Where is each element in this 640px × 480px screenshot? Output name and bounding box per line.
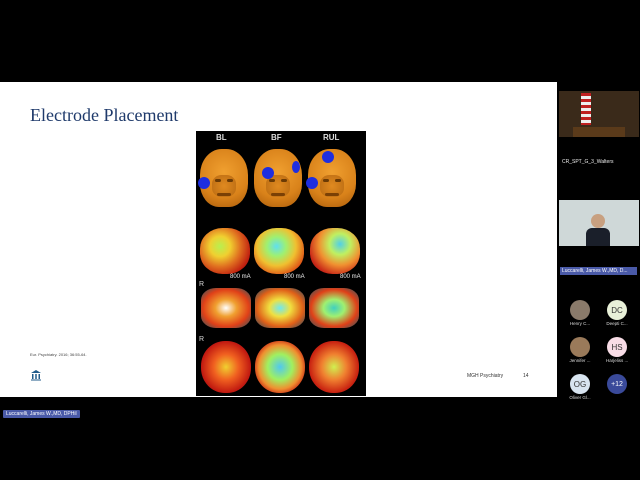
electrode-marker xyxy=(322,151,334,163)
speaker-name-badge: Luccarelli, James W.,MD, D... xyxy=(560,267,637,275)
electrode-marker xyxy=(306,177,318,189)
participant-harjeliss[interactable]: HS Harjeliss ... xyxy=(606,337,628,363)
slide-title: Electrode Placement xyxy=(30,105,179,125)
head-model-rul xyxy=(306,149,356,207)
participant-deepti[interactable]: DC Deepti C... xyxy=(606,300,628,326)
participant-oliver[interactable]: OG Oliver Gl... xyxy=(569,374,591,400)
avatar: OG xyxy=(570,374,590,394)
current-label: 800 mA xyxy=(284,274,305,280)
room-tile-name: CR_SPT_G_3_Walters xyxy=(562,159,614,165)
participant-name: Harjeliss ... xyxy=(606,358,629,363)
participant-name: Oliver Gl... xyxy=(569,395,591,400)
brain-field-map-rul xyxy=(310,228,360,274)
brain-field-map-bl xyxy=(200,228,250,274)
axial-slice-bl xyxy=(201,341,251,393)
coronal-slice-rul xyxy=(309,288,359,328)
room-video-tile[interactable] xyxy=(559,91,639,137)
speaker-video-tile[interactable] xyxy=(559,200,639,246)
participant-jennifer[interactable]: Jennifer ... xyxy=(569,337,591,363)
electrode-figure: BL BF RUL 800 mA 800 mA 800 mA R R xyxy=(196,131,366,396)
avatar xyxy=(570,300,590,320)
electrode-marker xyxy=(262,167,274,179)
head-model-bl xyxy=(198,149,248,207)
flag-icon xyxy=(581,93,591,125)
slide-page-number: 14 xyxy=(523,373,529,379)
row-label-r: R xyxy=(199,281,205,288)
head-model-bf xyxy=(254,149,302,207)
axial-slice-bf xyxy=(255,341,305,393)
avatar: DC xyxy=(607,300,627,320)
participant-name: Henry C... xyxy=(569,321,591,326)
electrode-marker xyxy=(198,177,210,189)
current-label: 800 mA xyxy=(340,274,361,280)
participant-name: Deepti C... xyxy=(606,321,628,326)
shared-slide: Electrode Placement BL BF RUL 800 mA 800… xyxy=(0,82,557,397)
column-label-bf: BF xyxy=(271,133,282,142)
citation: Eur. Psychiatry. 2016; 36:55-64. xyxy=(30,352,87,357)
column-label-rul: RUL xyxy=(323,133,340,142)
more-participants-button[interactable]: +12 xyxy=(606,374,628,394)
active-speaker-tag: Luccarelli, James W.,MD, DPHil xyxy=(3,410,80,418)
participant-henry[interactable]: Henry C... xyxy=(569,300,591,326)
column-label-bl: BL xyxy=(216,133,227,142)
current-label: 800 mA xyxy=(230,274,251,280)
more-count: +12 xyxy=(607,374,627,394)
podium xyxy=(573,127,625,137)
coronal-slice-bl xyxy=(201,288,251,328)
footer-department: MGH Psychiatry xyxy=(467,373,504,379)
institution-logo-icon xyxy=(31,370,41,381)
avatar xyxy=(570,337,590,357)
brain-field-map-bf xyxy=(254,228,304,274)
electrode-marker xyxy=(292,161,300,173)
coronal-slice-bf xyxy=(255,288,305,328)
participant-name: Jennifer ... xyxy=(569,358,591,363)
speaker-avatar xyxy=(591,214,605,228)
row-label-r: R xyxy=(199,336,205,343)
avatar: HS xyxy=(607,337,627,357)
axial-slice-rul xyxy=(309,341,359,393)
